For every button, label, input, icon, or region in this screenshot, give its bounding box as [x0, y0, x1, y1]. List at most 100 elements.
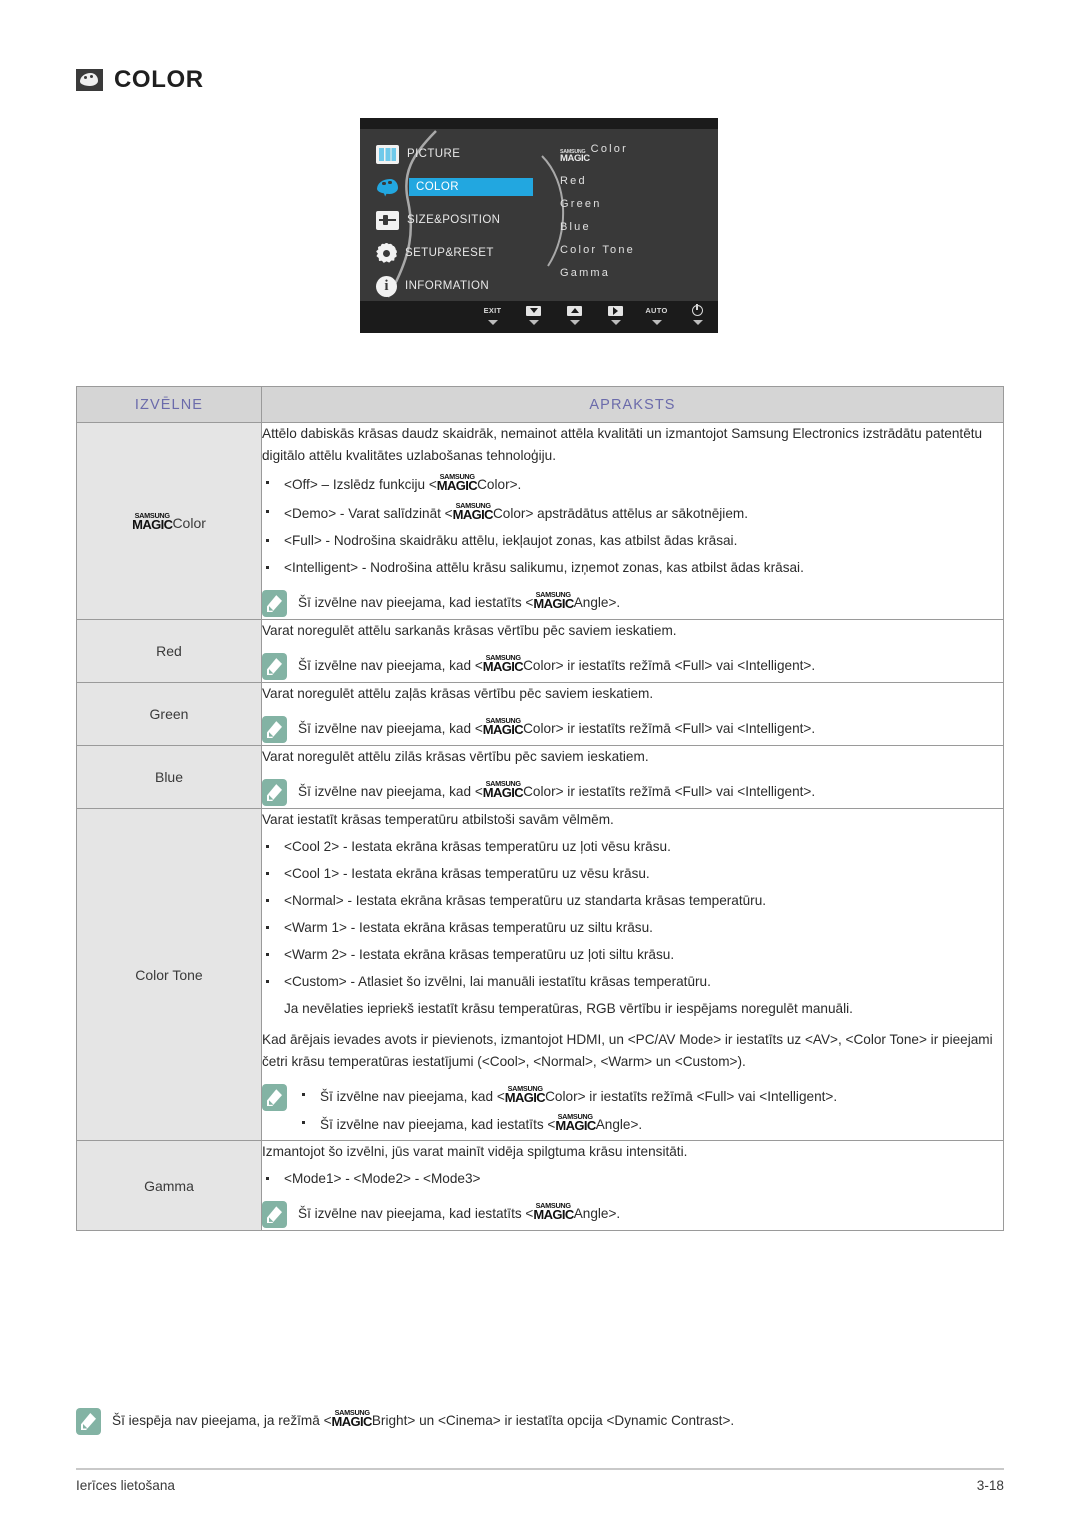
samsung-magic-logo: SAMSUNG MAGIC	[482, 779, 524, 801]
list-item: <Demo> - Varat salīdzināt < SAMSUNG MAGIC C…	[262, 501, 1003, 525]
osd-submenu-green[interactable]: Green	[560, 198, 635, 210]
bottom-note-text: Šī iespēja nav pieejama, ja režīmā < SAMS…	[112, 1408, 735, 1429]
samsung-magic-logo: SAMSUNG MAGIC	[533, 1201, 574, 1223]
list-item: Šī izvēlne nav pieejama, kad < SAMSUNG MAG…	[298, 1084, 1003, 1108]
desc-intro: Varat iestatīt krāsas temperatūru atbils…	[262, 812, 614, 828]
column-header-menu: IZVĒLNE	[76, 386, 262, 423]
footer-divider	[76, 1468, 1004, 1470]
chevron-down-icon	[569, 320, 580, 325]
samsung-magic-logo: SAMSUNG MAGIC	[331, 1408, 373, 1429]
osd-item-information[interactable]: INFORMATION	[376, 272, 566, 300]
list-item: <Cool 2> - Iestata ekrāna krāsas tempera…	[262, 836, 1003, 858]
note-text: Šī izvēlne nav pieejama, kad iestatīts <…	[298, 590, 621, 612]
table-row-red: Red Varat noregulēt attēlu sarkanās krās…	[76, 619, 1004, 684]
osd-button-exit[interactable]: EXIT	[472, 305, 513, 325]
osd-button-power[interactable]	[677, 304, 718, 325]
osd-item-color[interactable]: COLOR	[376, 173, 566, 201]
osd-submenu-gamma[interactable]: Gamma	[560, 267, 635, 279]
palette-icon	[376, 177, 402, 198]
list-item: <Custom> - Atlasiet šo izvēlni, lai manu…	[262, 971, 1003, 993]
list-item: <Intelligent> - Nodrošina attēlu krāsu s…	[262, 557, 1003, 579]
osd-button-bar: EXIT AUTO	[360, 301, 718, 333]
osd-item-label: SIZE&POSITION	[407, 214, 501, 226]
list-item: Šī izvēlne nav pieejama, kad iestatīts <…	[298, 1112, 1003, 1136]
osd-item-label: INFORMATION	[405, 280, 490, 292]
osd-item-picture[interactable]: PICTURE	[376, 140, 566, 168]
desc-intro: Izmantojot šo izvēlni, jūs varat mainīt …	[262, 1144, 688, 1160]
osd-submenu-magiccolor[interactable]: SAMSUNG MAGIC Color	[560, 143, 635, 163]
page-heading: COLOR	[76, 66, 204, 94]
note-pencil-icon	[262, 1201, 287, 1230]
row-label-suffix: Color	[172, 515, 206, 532]
osd-button-enter[interactable]	[595, 305, 636, 325]
note-text: Šī izvēlne nav pieejama, kad < SAMSUNG MAG…	[298, 779, 816, 801]
list-item: <Mode1> - <Mode2> - <Mode3>	[262, 1168, 1003, 1190]
page-title: COLOR	[114, 66, 204, 93]
note-pencil-icon	[262, 653, 287, 682]
bottom-note-block: Šī iespēja nav pieejama, ja režīmā < SAMS…	[76, 1408, 1004, 1437]
chevron-down-icon	[528, 320, 539, 325]
osd-submenu-red[interactable]: Red	[560, 175, 635, 187]
desc-bullet-list: <Mode1> - <Mode2> - <Mode3>	[262, 1168, 1003, 1190]
list-item: <Warm 1> - Iestata ekrāna krāsas tempera…	[262, 917, 1003, 939]
desc-paragraph: Kad ārējais ievades avots ir pievienots,…	[262, 1032, 993, 1070]
note-block: Šī izvēlne nav pieejama, kad < SAMSUNG MAG…	[262, 716, 1003, 745]
desc-intro: Varat noregulēt attēlu sarkanās krāsas v…	[262, 623, 677, 639]
note-block: Šī izvēlne nav pieejama, kad iestatīts <…	[262, 590, 1003, 619]
row-desc-gamma: Izmantojot šo izvēlni, jūs varat mainīt …	[261, 1140, 1004, 1232]
osd-item-label: SETUP&RESET	[405, 247, 494, 259]
osd-submenu-blue[interactable]: Blue	[560, 221, 635, 233]
desc-intro: Varat noregulēt attēlu zilās krāsas vērt…	[262, 749, 649, 765]
info-icon	[376, 275, 397, 297]
note-text: Šī izvēlne nav pieejama, kad iestatīts <…	[298, 1201, 621, 1223]
osd-submenu-label: Color	[590, 143, 628, 155]
table-row-green: Green Varat noregulēt attēlu zaļās krāsa…	[76, 682, 1004, 747]
osd-item-size-position[interactable]: SIZE&POSITION	[376, 206, 566, 234]
samsung-magic-logo: SAMSUNG MAGIC	[436, 472, 478, 494]
osd-left-menu: PICTURE COLOR SIZE&POSITION SETUP&RESET …	[376, 140, 566, 305]
desc-intro: Varat noregulēt attēlu zaļās krāsas vērt…	[262, 686, 654, 702]
footer-left-text: Ierīces lietošana	[76, 1478, 175, 1493]
samsung-magic-logo: SAMSUNG MAGIC	[482, 716, 524, 738]
row-desc-magiccolor: Attēlo dabiskās krāsas daudz skaidrāk, n…	[261, 421, 1004, 621]
note-pencil-icon	[262, 779, 287, 808]
note-pencil-icon	[262, 1084, 287, 1113]
samsung-magic-logo: SAMSUNG MAGIC	[452, 501, 494, 523]
list-item: <Cool 1> - Iestata ekrāna krāsas tempera…	[262, 863, 1003, 885]
table-row-blue: Blue Varat noregulēt attēlu zilās krāsas…	[76, 745, 1004, 810]
note-block: Šī izvēlne nav pieejama, kad iestatīts <…	[262, 1201, 1003, 1230]
note-block: Šī izvēlne nav pieejama, kad < SAMSUNG MAG…	[262, 653, 1003, 682]
list-item: <Normal> - Iestata ekrāna krāsas tempera…	[262, 890, 1003, 912]
osd-submenu-color-tone[interactable]: Color Tone	[560, 244, 635, 256]
row-label-color-tone: Color Tone	[76, 808, 262, 1142]
list-item: <Full> - Nodrošina skaidrāku attēlu, iek…	[262, 530, 1003, 552]
osd-button-auto[interactable]: AUTO	[636, 305, 677, 325]
column-header-description: APRAKSTS	[261, 386, 1004, 423]
chevron-down-icon	[692, 320, 703, 325]
note-pencil-icon	[262, 716, 287, 745]
note-text: Šī izvēlne nav pieejama, kad < SAMSUNG MAG…	[298, 653, 816, 675]
row-label-gamma: Gamma	[76, 1140, 262, 1232]
desc-intro: Attēlo dabiskās krāsas daudz skaidrāk, n…	[262, 426, 983, 464]
row-desc-green: Varat noregulēt attēlu zaļās krāsas vērt…	[261, 682, 1004, 747]
samsung-magic-logo: SAMSUNG MAGIC	[555, 1112, 596, 1134]
note-text: Šī izvēlne nav pieejama, kad < SAMSUNG MAG…	[298, 1084, 1003, 1140]
footer-page-number: 3-18	[976, 1478, 1004, 1493]
samsung-magic-logo: SAMSUNG MAGIC	[560, 149, 590, 164]
row-desc-red: Varat noregulēt attēlu sarkanās krāsas v…	[261, 619, 1004, 684]
osd-item-setup-reset[interactable]: SETUP&RESET	[376, 239, 566, 267]
osd-button-down[interactable]	[513, 305, 554, 325]
note-pencil-icon	[76, 1408, 101, 1437]
osd-item-label: COLOR	[409, 178, 533, 196]
chevron-down-icon	[610, 320, 621, 325]
palette-icon	[76, 69, 103, 91]
row-label-red: Red	[76, 619, 262, 684]
table-row-magiccolor: SAMSUNG MAGIC Color Attēlo dabiskās krās…	[76, 421, 1004, 621]
row-label-magiccolor: SAMSUNG MAGIC Color	[76, 421, 262, 621]
picture-icon	[376, 144, 399, 164]
table-row-color-tone: Color Tone Varat iestatīt krāsas tempera…	[76, 808, 1004, 1142]
row-desc-color-tone: Varat iestatīt krāsas temperatūru atbils…	[261, 808, 1004, 1142]
osd-button-up[interactable]	[554, 305, 595, 325]
note-text: Šī izvēlne nav pieejama, kad < SAMSUNG MAG…	[298, 716, 816, 738]
osd-menu-screenshot: PICTURE COLOR SIZE&POSITION SETUP&RESET …	[360, 118, 718, 333]
